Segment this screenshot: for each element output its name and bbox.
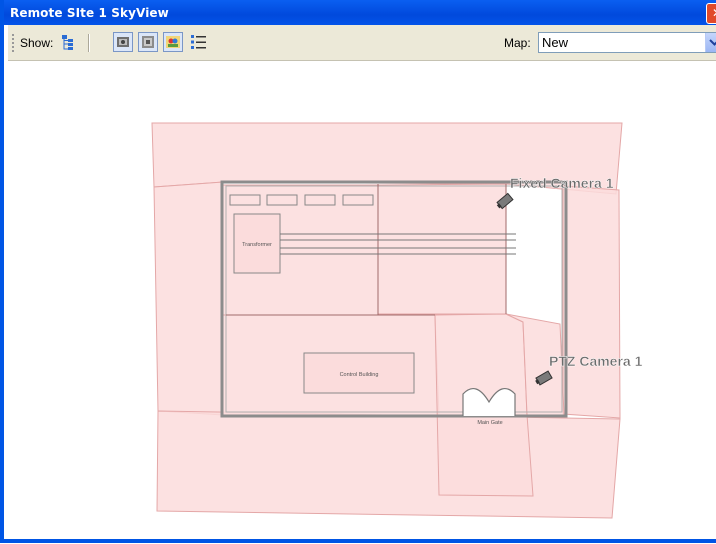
- map-canvas[interactable]: Transformer Control Building Main Gate F…: [8, 62, 716, 539]
- toolbar: Show: Map: New: [8, 25, 716, 61]
- toolbar-separator: [88, 34, 90, 52]
- map-label: Map:: [504, 36, 531, 50]
- map-select-value: New: [542, 35, 569, 50]
- site-map: Transformer Control Building Main Gate F…: [151, 122, 643, 519]
- camera-list-icon[interactable]: [138, 32, 158, 52]
- show-label: Show:: [20, 36, 54, 50]
- main-gate-label: Main Gate: [477, 420, 502, 426]
- fixed-camera-label[interactable]: Fixed Camera 1: [510, 175, 614, 191]
- camera-view-icon[interactable]: [113, 32, 133, 52]
- ptz-camera-label[interactable]: PTZ Camera 1: [549, 353, 643, 369]
- transformer-label: Transformer: [242, 242, 272, 248]
- close-icon: ✕: [712, 6, 716, 20]
- toolbar-grip[interactable]: [12, 34, 16, 52]
- people-icon[interactable]: [163, 32, 183, 52]
- coverage-zone-northeast: [377, 183, 507, 315]
- chevron-down-icon[interactable]: [705, 33, 716, 52]
- list-icon[interactable]: [188, 32, 208, 52]
- window-title: Remote SIte 1 SkyView: [10, 6, 169, 20]
- title-bar[interactable]: Remote SIte 1 SkyView ✕: [4, 0, 716, 25]
- tree-view-icon[interactable]: [58, 32, 78, 52]
- coverage-zone-right: [562, 185, 621, 419]
- control-building-label: Control Building: [340, 372, 379, 378]
- coverage-zone-bottom: [156, 410, 621, 519]
- skyview-window: Remote SIte 1 SkyView ✕ Show:: [0, 0, 716, 543]
- coverage-zone-left: [153, 181, 224, 416]
- map-select[interactable]: New: [538, 32, 716, 53]
- close-button[interactable]: ✕: [706, 3, 716, 24]
